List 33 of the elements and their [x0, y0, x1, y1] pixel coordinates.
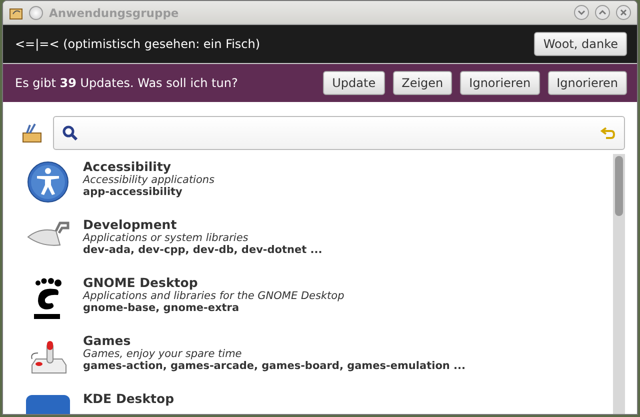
minimize-button[interactable]	[574, 5, 589, 20]
group-name: KDE Desktop	[83, 391, 174, 406]
clear-arrow-icon[interactable]	[600, 126, 616, 140]
app-box-icon	[9, 6, 23, 20]
group-description: Applications and libraries for the GNOME Desktop	[83, 290, 344, 302]
close-button[interactable]	[616, 5, 631, 20]
package-list: app-accessibility	[83, 186, 215, 198]
scrollbar[interactable]	[613, 154, 625, 414]
group-description: Games, enjoy your spare time	[83, 348, 243, 360]
search-icon	[62, 125, 78, 141]
window-menu-button[interactable]	[29, 6, 43, 20]
group-name: Accessibility	[83, 159, 172, 174]
accessibility-person-icon	[27, 161, 69, 203]
window-title: Anwendungsgruppe	[49, 6, 180, 20]
package-list: gnome-base, gnome-extra	[83, 302, 344, 314]
search-field[interactable]	[53, 116, 625, 150]
group-name: Games	[83, 333, 132, 348]
action-button[interactable]: Update	[323, 71, 385, 95]
package-list: dev-ada, dev-cpp, dev-db, dev-dotnet ...	[83, 244, 322, 256]
trowel-icon	[26, 219, 70, 249]
package-list: games-action, games-arcade, games-board, games-emulation ...	[83, 360, 466, 372]
package-box-icon	[21, 122, 43, 144]
action-button[interactable]: Zeigen	[392, 71, 452, 95]
action-button[interactable]: Ignorieren	[460, 71, 540, 95]
action-button[interactable]: Ignorieren	[548, 71, 627, 95]
maximize-button[interactable]	[595, 5, 610, 20]
group-name: Development	[83, 217, 178, 232]
action-button[interactable]: Woot, danke	[534, 32, 627, 56]
message-text: <=|=< (optimistisch gesehen: ein Fisch)	[15, 37, 260, 51]
group-description: Accessibility applications	[83, 174, 215, 186]
update-message: Es gibt 39 Updates. Was soll ich tun?	[15, 76, 238, 90]
group-name: GNOME Desktop	[83, 275, 199, 290]
group-description: Applications or system libraries	[83, 232, 250, 244]
